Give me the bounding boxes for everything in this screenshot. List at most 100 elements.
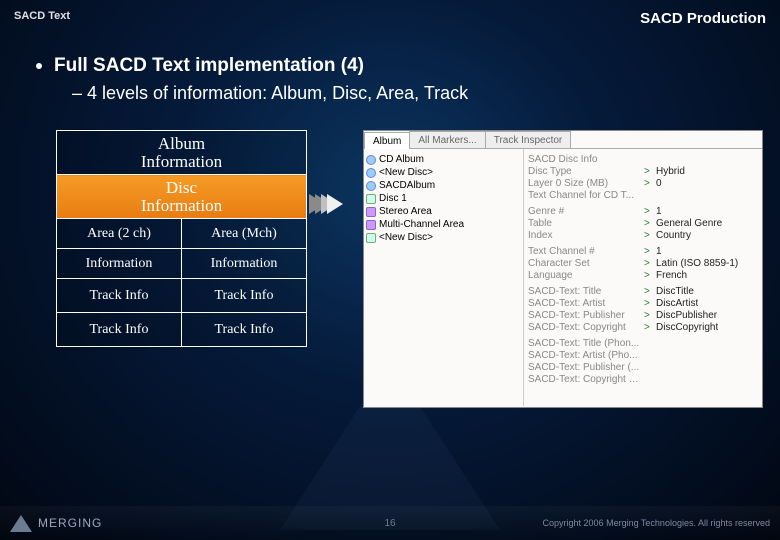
disc-icon (366, 194, 376, 204)
chevron-right-icon: > (644, 270, 652, 281)
tree-item-label: Disc 1 (379, 193, 407, 204)
property-row[interactable]: SACD-Text: Title>DiscTitle (528, 285, 758, 297)
chevron-right-icon (644, 154, 652, 165)
cell-info-right: Information (182, 249, 307, 279)
tree-item-label: <New Disc> (379, 167, 433, 178)
property-key: Disc Type (528, 166, 640, 177)
cell-album: Album Information (57, 131, 307, 175)
tab-all-markers[interactable]: All Markers... (409, 131, 485, 148)
property-key: SACD-Text: Artist (528, 298, 640, 309)
property-row[interactable]: SACD-Text: Copyright (... (528, 373, 758, 385)
tab-album[interactable]: Album (364, 132, 410, 149)
tree-item[interactable]: Stereo Area (366, 205, 521, 218)
property-value: Country (656, 230, 691, 241)
property-row[interactable]: SACD-Text: Publisher>DiscPublisher (528, 309, 758, 321)
property-value: Hybrid (656, 166, 685, 177)
chevron-right-icon (644, 190, 652, 201)
bullet-sub: 4 levels of information: Album, Disc, Ar… (72, 83, 780, 104)
property-key: SACD-Text: Title (Phon... (528, 338, 640, 349)
slide-header: SACD Text SACD Production (0, 0, 780, 31)
content-row: Album Information Disc Information Area … (0, 104, 780, 408)
property-value: General Genre (656, 218, 722, 229)
tree-item[interactable]: <New Disc> (366, 231, 521, 244)
tree-item[interactable]: <New Disc> (366, 166, 521, 179)
property-row[interactable]: Layer 0 Size (MB) >0 (528, 177, 758, 189)
property-row[interactable]: Genre #>1 (528, 205, 758, 217)
property-row[interactable]: Text Channel #>1 (528, 245, 758, 257)
property-key: SACD-Text: Copyright (528, 322, 640, 333)
cell-info-left: Information (57, 249, 182, 279)
property-value: DiscArtist (656, 298, 698, 309)
property-key: Text Channel for CD T... (528, 190, 640, 201)
cell-track: Track Info (57, 313, 182, 347)
chevron-right-icon: > (644, 166, 652, 177)
property-key: SACD-Text: Title (528, 286, 640, 297)
tree-item[interactable]: Disc 1 (366, 192, 521, 205)
properties-list[interactable]: SACD Disc InfoDisc Type>HybridLayer 0 Si… (524, 149, 762, 406)
header-left: SACD Text (14, 10, 70, 27)
bullet-area: Full SACD Text implementation (4) 4 leve… (0, 31, 780, 104)
property-value: Latin (ISO 8859-1) (656, 258, 738, 269)
logo-triangle-icon (10, 515, 32, 532)
disc-icon (366, 233, 376, 243)
header-right: SACD Production (640, 10, 766, 27)
album-tree[interactable]: CD Album <New Disc> SACDAlbum Disc 1 Stereo … (364, 149, 524, 406)
tree-item[interactable]: Multi-Channel Area (366, 218, 521, 231)
property-row[interactable]: Index>Country (528, 229, 758, 241)
chevron-right-icon: > (644, 218, 652, 229)
tree-item-label: Stereo Area (379, 206, 432, 217)
cell-area-2ch: Area (2 ch) (57, 219, 182, 249)
property-value: DiscTitle (656, 286, 694, 297)
property-key: SACD-Text: Copyright (... (528, 374, 640, 385)
area-icon (366, 220, 376, 230)
cell-area-mch: Area (Mch) (182, 219, 307, 249)
property-row[interactable]: Text Channel for CD T... (528, 189, 758, 201)
chevron-right-icon: > (644, 258, 652, 269)
property-row[interactable]: Table > General Genre (528, 217, 758, 229)
copyright-text: Copyright 2006 Merging Technologies. All… (543, 518, 770, 528)
property-key: Character Set (528, 258, 640, 269)
cd-icon (366, 168, 376, 178)
property-row[interactable]: SACD-Text: Artist > DiscArtist (528, 297, 758, 309)
property-row[interactable]: SACD-Text: Copyright>DiscCopyright (528, 321, 758, 333)
property-key: Text Channel # (528, 246, 640, 257)
property-row[interactable]: Language>French (528, 269, 758, 281)
property-key: SACD Disc Info (528, 154, 640, 165)
property-row[interactable]: Disc Type > Hybrid (528, 165, 758, 177)
tree-item-label: Multi-Channel Area (379, 219, 464, 230)
tab-track-inspector[interactable]: Track Inspector (485, 131, 572, 148)
property-row[interactable]: SACD Disc Info (528, 153, 758, 165)
property-row[interactable]: SACD-Text: Publisher (... (528, 361, 758, 373)
property-row[interactable]: SACD-Text: Artist (Pho... (528, 349, 758, 361)
area-icon (366, 207, 376, 217)
chevron-right-icon: > (644, 206, 652, 217)
tree-item[interactable]: SACDAlbum (366, 179, 521, 192)
arrow-icon (327, 194, 343, 214)
chevron-right-icon: > (644, 178, 652, 189)
tree-item[interactable]: CD Album (366, 153, 521, 166)
chevron-right-icon: > (644, 310, 652, 321)
cd-icon (366, 181, 376, 191)
property-key: SACD-Text: Artist (Pho... (528, 350, 640, 361)
tree-item-label: SACDAlbum (379, 180, 435, 191)
property-key: Table (528, 218, 640, 229)
property-row[interactable]: SACD-Text: Title (Phon... (528, 337, 758, 349)
bullet-dot-icon (36, 63, 42, 69)
property-key: Language (528, 270, 640, 281)
cell-disc: Disc Information (57, 175, 307, 219)
page-number: 16 (384, 518, 395, 529)
chevron-right-icon: > (644, 298, 652, 309)
property-row[interactable]: Character Set > Latin (ISO 8859-1) (528, 257, 758, 269)
properties-panel: Album All Markers... Track Inspector CD … (363, 130, 763, 408)
cell-track: Track Info (182, 313, 307, 347)
property-key: Layer 0 Size (MB) (528, 178, 640, 189)
chevron-right-icon: > (644, 246, 652, 257)
property-value: 0 (656, 178, 662, 189)
chevron-right-icon (644, 362, 652, 373)
tree-item-label: CD Album (379, 154, 424, 165)
tree-item-label: <New Disc> (379, 232, 433, 243)
chevron-right-icon (644, 338, 652, 349)
property-key: SACD-Text: Publisher (528, 310, 640, 321)
chevron-right-icon (644, 374, 652, 385)
hierarchy-table: Album Information Disc Information Area … (56, 130, 307, 347)
